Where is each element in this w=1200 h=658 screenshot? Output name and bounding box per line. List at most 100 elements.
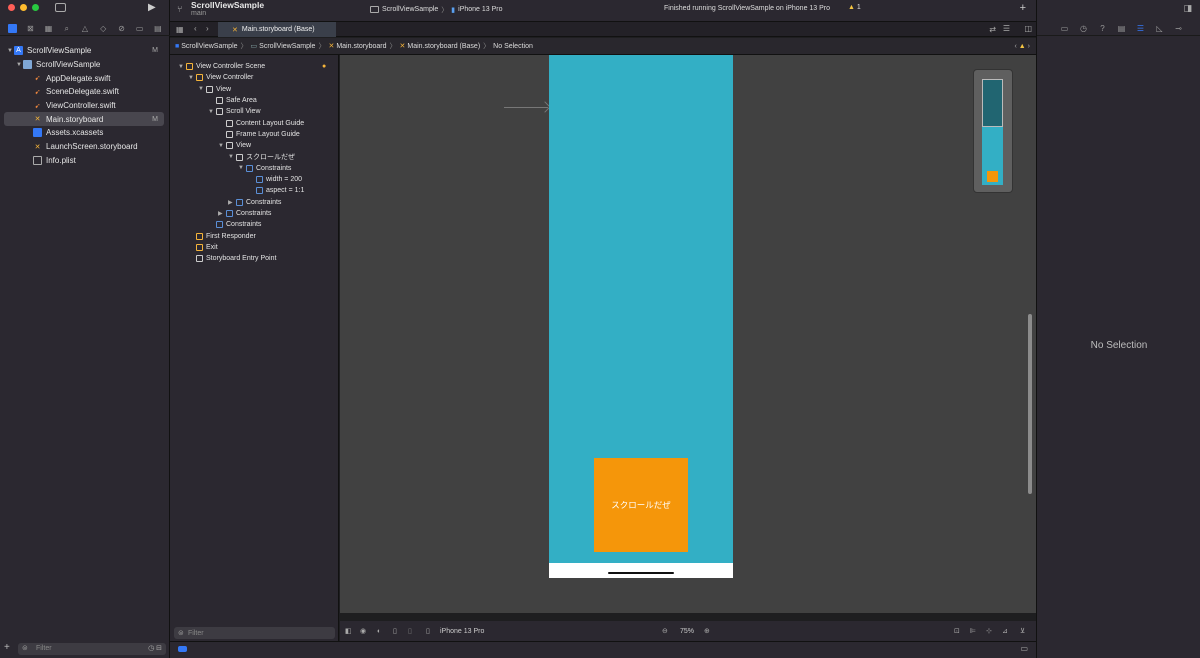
file-row-launchscreen[interactable]: ✕ LaunchScreen.storyboard (0, 140, 170, 154)
run-button[interactable]: ▶ (148, 2, 156, 13)
outline-item[interactable]: ▶ Constraints (170, 208, 339, 219)
issue-navigation-icon[interactable]: ‹ ▲ › (1015, 43, 1031, 50)
recent-files-icon[interactable]: ◷ ⊟ (148, 644, 162, 652)
chevron-down-icon[interactable]: ▼ (208, 109, 216, 115)
related-items-icon[interactable]: ▦ (176, 25, 184, 34)
chevron-down-icon[interactable]: ▼ (218, 143, 226, 149)
update-frames-icon[interactable]: ⊡ (954, 627, 960, 635)
align-icon[interactable]: ⊫ (970, 627, 976, 635)
chevron-right-icon[interactable]: ▶ (218, 210, 226, 217)
inspector-toggle-icon[interactable]: ◨ (1183, 3, 1192, 14)
appearance-icon[interactable]: ◉ (360, 627, 366, 635)
test-icon[interactable]: ◇ (99, 24, 108, 33)
symbol-icon[interactable]: ▦ (44, 24, 53, 33)
orientation-icon[interactable]: ▯ (393, 627, 397, 635)
chevron-down-icon[interactable]: ▼ (15, 62, 23, 68)
back-icon[interactable]: ‹ (194, 24, 197, 33)
chevron-down-icon[interactable]: ▼ (6, 48, 14, 54)
attributes-inspector-icon[interactable]: ☰ (1136, 24, 1145, 33)
scroll-content-box[interactable]: スクロールだぜ (594, 458, 688, 552)
chevron-down-icon[interactable]: ▼ (198, 86, 206, 92)
history-inspector-icon[interactable]: ◷ (1079, 24, 1088, 33)
scroll-view-minimap[interactable] (973, 69, 1013, 193)
outline-item[interactable]: Content Layout Guide (170, 117, 339, 128)
vertical-scrollbar[interactable] (1028, 314, 1032, 494)
outline-item[interactable]: ▼ View (170, 84, 339, 95)
outline-item[interactable]: aspect = 1:1 (170, 185, 339, 196)
report-icon[interactable]: ▤ (153, 24, 162, 33)
outline-item[interactable]: ▶ Constraints (170, 197, 339, 208)
breadcrumb-item[interactable]: No Selection (493, 43, 533, 50)
source-control-icon[interactable]: ⊠ (26, 24, 35, 33)
file-row-infoplist[interactable]: Info.plist (0, 154, 170, 168)
breadcrumb-item[interactable]: ■ ScrollViewSample (175, 43, 238, 50)
zoom-level[interactable]: 75% (680, 628, 694, 635)
editor-options-icon[interactable]: ☰ (1003, 24, 1010, 33)
chevron-down-icon[interactable]: ▼ (188, 75, 196, 81)
file-row-assets[interactable]: Assets.xcassets (0, 126, 170, 140)
outline-item[interactable]: ▼ スクロールだぜ (170, 151, 339, 162)
outline-filter-input[interactable]: ⊜ Filter (174, 627, 335, 639)
chevron-down-icon[interactable]: ▼ (238, 165, 246, 171)
dark-mode-icon[interactable]: ◐ (377, 628, 381, 635)
file-row-group[interactable]: ▼ ScrollViewSample (0, 58, 170, 72)
resolve-issues-icon[interactable]: ⊿ (1002, 627, 1008, 635)
breadcrumb-item[interactable]: ✕ Main.storyboard (Base) (400, 42, 481, 51)
warning-indicator[interactable]: ▲ 1 (848, 4, 861, 11)
help-inspector-icon[interactable]: ? (1098, 24, 1107, 33)
outline-item[interactable]: ▼ View Controller Scene (170, 61, 339, 72)
file-row-appdelegate[interactable]: ➹ AppDelegate.swift (0, 71, 170, 85)
search-icon[interactable]: ⌕ (62, 24, 71, 33)
file-row-main-storyboard[interactable]: ✕ Main.storyboard M (4, 112, 164, 127)
size-class-icon[interactable]: ▯ (408, 627, 412, 635)
storyboard-canvas[interactable]: スクロールだぜ (340, 55, 1036, 613)
tab-main-storyboard[interactable]: ✕ Main.storyboard (Base) (218, 22, 336, 37)
add-tab-icon[interactable]: + (1020, 2, 1026, 14)
chevron-right-icon[interactable]: ▶ (228, 199, 236, 206)
debug-area-icon[interactable] (178, 646, 187, 652)
breadcrumb-item[interactable]: ▭ ScrollViewSample (251, 42, 316, 51)
file-row-viewcontroller[interactable]: ➹ ViewController.swift (0, 99, 170, 113)
outline-item[interactable]: ▼ View Controller (170, 72, 339, 83)
outline-item[interactable]: Frame Layout Guide (170, 129, 339, 140)
zoom-out-icon[interactable]: ⊖ (662, 627, 668, 635)
zoom-window-button[interactable] (32, 4, 39, 11)
outline-item[interactable]: Storyboard Entry Point (170, 253, 339, 264)
chevron-down-icon[interactable]: ▼ (228, 154, 236, 160)
sidebar-toggle-icon[interactable] (55, 3, 66, 12)
split-editor-icon[interactable]: ◫ (1024, 24, 1032, 33)
debug-icon[interactable]: ⊘ (117, 24, 126, 33)
file-row-project[interactable]: ▼ A ScrollViewSample M (0, 44, 170, 58)
outline-item[interactable]: First Responder (170, 230, 339, 241)
scheme-selector[interactable]: ScrollViewSample 〉 ▮ iPhone 13 Pro (370, 4, 503, 15)
close-window-button[interactable] (8, 4, 15, 11)
device-selector[interactable]: iPhone 13 Pro (440, 628, 484, 635)
add-icon[interactable]: + (4, 642, 10, 653)
device-name[interactable]: iPhone 13 Pro (458, 6, 502, 13)
add-constraints-icon[interactable]: ⊹ (986, 627, 992, 635)
outline-item[interactable]: Safe Area (170, 95, 339, 106)
entry-point-arrow[interactable] (504, 107, 548, 108)
folder-icon[interactable] (7, 24, 17, 33)
toggle-icon[interactable]: ⇄ (989, 25, 996, 34)
outline-item[interactable]: ▼ View (170, 140, 339, 151)
forward-icon[interactable]: › (206, 24, 209, 33)
outline-item[interactable]: ▼ Scroll View (170, 106, 339, 117)
outline-item[interactable]: width = 200 (170, 174, 339, 185)
zoom-in-icon[interactable]: ⊕ (704, 627, 710, 635)
size-inspector-icon[interactable]: ◺ (1155, 24, 1164, 33)
outline-item[interactable]: Constraints (170, 219, 339, 230)
toggle-debug-area-icon[interactable]: ▭ (1020, 644, 1028, 653)
file-inspector-icon[interactable]: ▭ (1060, 24, 1069, 33)
file-row-scenedelegate[interactable]: ➹ SceneDelegate.swift (0, 85, 170, 99)
filter-input[interactable]: ⊜ Filter ◷ ⊟ (18, 643, 166, 655)
minimize-window-button[interactable] (20, 4, 27, 11)
chevron-down-icon[interactable]: ▼ (178, 64, 186, 70)
identity-inspector-icon[interactable]: ▤ (1117, 24, 1126, 33)
scene-view-controller[interactable]: スクロールだぜ (549, 55, 733, 578)
connections-inspector-icon[interactable]: ⊸ (1174, 24, 1183, 33)
minimap-visible-region[interactable] (982, 79, 1003, 127)
outline-item[interactable]: Exit (170, 242, 339, 253)
breakpoint-icon[interactable]: ▭ (135, 24, 144, 33)
outline-item[interactable]: ▼ Constraints (170, 163, 339, 174)
